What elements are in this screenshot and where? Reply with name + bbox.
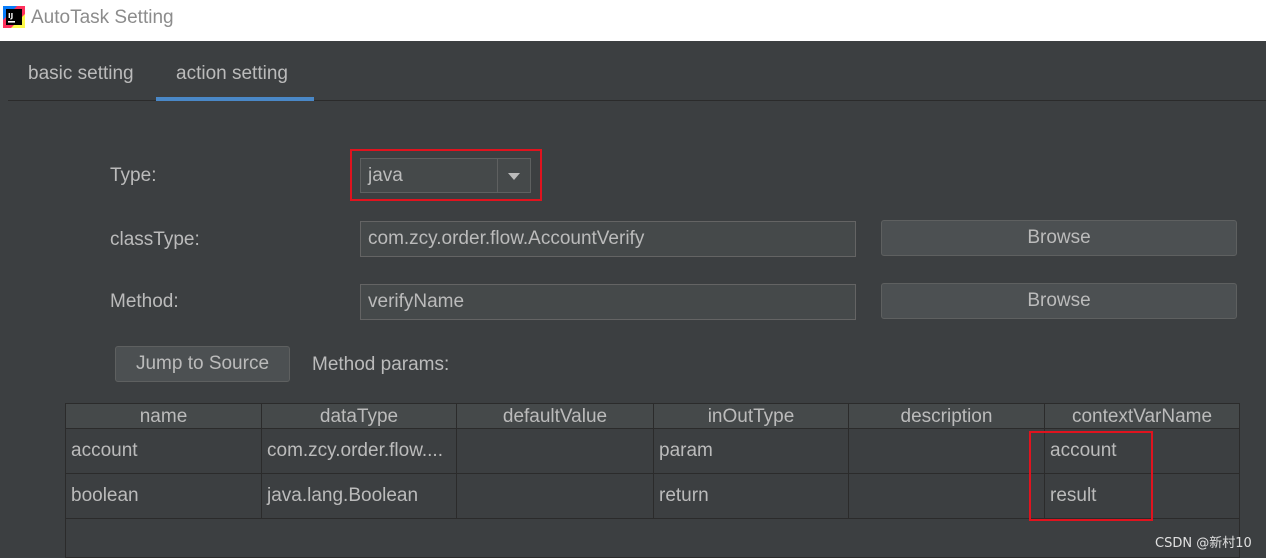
class-type-field[interactable]: com.zcy.order.flow.AccountVerify bbox=[360, 221, 856, 257]
cell-defaultvalue[interactable] bbox=[457, 429, 654, 473]
cell-description[interactable] bbox=[849, 474, 1045, 518]
browse-method-button[interactable]: Browse bbox=[881, 283, 1237, 319]
tab-strip: basic setting action setting bbox=[8, 41, 1266, 101]
class-type-value: com.zcy.order.flow.AccountVerify bbox=[368, 228, 645, 249]
window-title: AutoTask Setting bbox=[31, 7, 174, 28]
chevron-down-icon bbox=[508, 173, 520, 180]
cell-description[interactable] bbox=[849, 429, 1045, 473]
type-dropdown[interactable]: java bbox=[360, 158, 531, 193]
browse-class-button[interactable]: Browse bbox=[881, 220, 1237, 256]
class-type-label: classType: bbox=[110, 229, 200, 250]
type-dropdown-value: java bbox=[368, 165, 403, 186]
dropdown-button[interactable] bbox=[497, 159, 530, 192]
cell-inouttype[interactable]: param bbox=[654, 429, 849, 473]
cell-name[interactable]: boolean bbox=[66, 474, 262, 518]
cell-name[interactable]: account bbox=[66, 429, 262, 473]
cell-inouttype[interactable]: return bbox=[654, 474, 849, 518]
table-header: name dataType defaultValue inOutType des… bbox=[66, 404, 1239, 429]
cell-datatype[interactable]: java.lang.Boolean bbox=[262, 474, 457, 518]
method-label: Method: bbox=[110, 291, 179, 312]
title-bar: IJ AutoTask Setting bbox=[0, 0, 1266, 41]
active-tab-indicator bbox=[156, 97, 314, 101]
tab-basic-setting[interactable]: basic setting bbox=[28, 63, 134, 85]
context-var-highlight-box bbox=[1029, 431, 1153, 521]
column-header-description[interactable]: description bbox=[849, 404, 1045, 429]
svg-text:IJ: IJ bbox=[8, 12, 13, 20]
method-field[interactable]: verifyName bbox=[360, 284, 856, 320]
column-header-inouttype[interactable]: inOutType bbox=[654, 404, 849, 429]
column-header-datatype[interactable]: dataType bbox=[262, 404, 457, 429]
column-header-name[interactable]: name bbox=[66, 404, 262, 429]
column-header-contextvarname[interactable]: contextVarName bbox=[1045, 404, 1239, 429]
cell-datatype[interactable]: com.zcy.order.flow.... bbox=[262, 429, 457, 473]
jump-to-source-button[interactable]: Jump to Source bbox=[115, 346, 290, 382]
tab-action-setting[interactable]: action setting bbox=[176, 63, 288, 85]
method-value: verifyName bbox=[368, 291, 465, 312]
intellij-idea-icon: IJ bbox=[3, 6, 25, 28]
column-header-defaultvalue[interactable]: defaultValue bbox=[457, 404, 654, 429]
watermark: CSDN @新村10 bbox=[1155, 536, 1252, 551]
method-params-label: Method params: bbox=[312, 354, 450, 375]
cell-defaultvalue[interactable] bbox=[457, 474, 654, 518]
type-label: Type: bbox=[110, 165, 157, 186]
